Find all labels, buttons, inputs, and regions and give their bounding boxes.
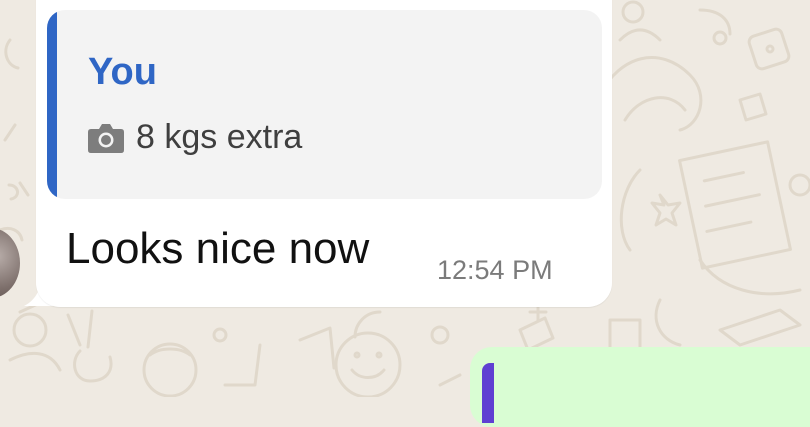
outgoing-reply-quote-bar bbox=[482, 363, 494, 423]
reply-quote-author: You bbox=[88, 51, 157, 93]
camera-icon bbox=[88, 124, 124, 153]
reply-quote[interactable]: You 8 kgs extra bbox=[47, 10, 602, 199]
chat-screen: { "message": { "reply_quote": { "author"… bbox=[0, 0, 810, 427]
message-timestamp: 12:54 PM bbox=[437, 255, 553, 285]
reply-quote-accent-bar bbox=[47, 10, 57, 199]
reply-quote-text: 8 kgs extra bbox=[136, 118, 303, 156]
message-text: Looks nice now bbox=[66, 224, 370, 273]
outgoing-message-bubble[interactable] bbox=[470, 347, 810, 427]
